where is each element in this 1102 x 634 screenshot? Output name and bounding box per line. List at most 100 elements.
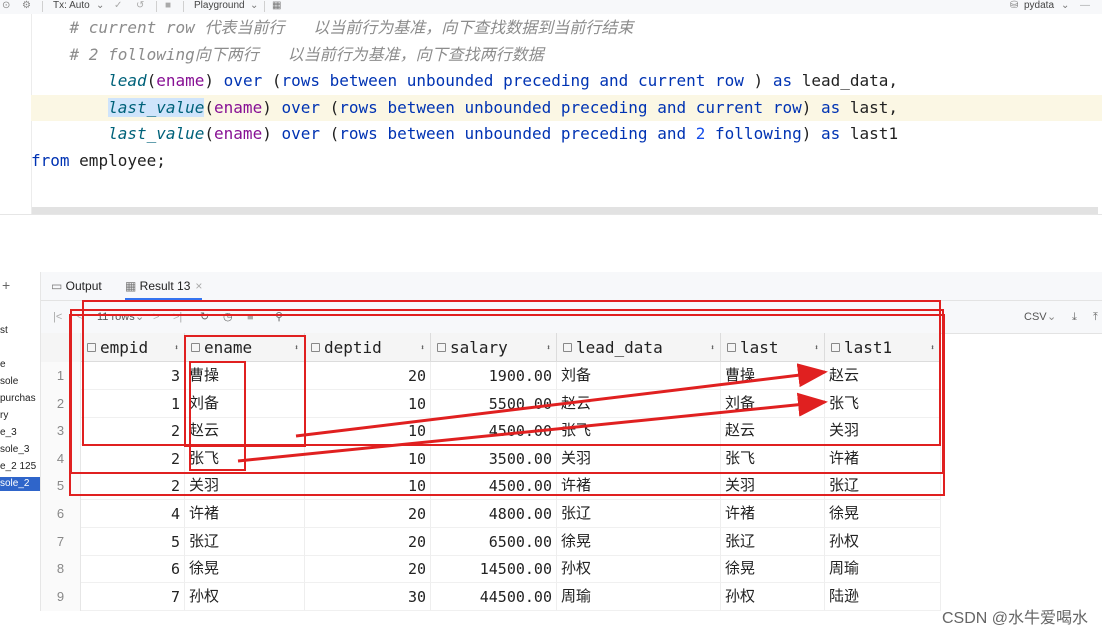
history-icon[interactable]: ⊙: [2, 0, 10, 12]
table-cell-ename[interactable]: 关羽: [185, 472, 305, 501]
stop-icon[interactable]: ■: [165, 0, 171, 12]
table-cell-salary[interactable]: 14500.00: [431, 555, 557, 584]
table-cell-lead_data[interactable]: 周瑜: [557, 582, 721, 611]
tree-item[interactable]: st: [0, 324, 8, 338]
table-cell-last1[interactable]: 赵云: [825, 362, 941, 390]
stop-icon[interactable]: ■: [247, 310, 254, 324]
tree-item[interactable]: sole_3: [0, 443, 29, 457]
editor-horizontal-scrollbar[interactable]: [32, 207, 1098, 214]
table-cell-deptid[interactable]: 10: [305, 472, 431, 501]
tree-item[interactable]: purchas: [0, 392, 36, 406]
row-number[interactable]: 3: [41, 417, 81, 446]
next-page-icon[interactable]: >: [153, 310, 159, 324]
table-cell-ename[interactable]: 张辽: [185, 527, 305, 556]
table-cell-last1[interactable]: 孙权: [825, 527, 941, 556]
table-cell-last1[interactable]: 张辽: [825, 472, 941, 501]
table-cell-last[interactable]: 许褚: [721, 500, 825, 528]
table-cell-salary[interactable]: 4800.00: [431, 500, 557, 528]
table-cell-empid[interactable]: 4: [81, 500, 185, 528]
table-cell-empid[interactable]: 2: [81, 472, 185, 501]
table-cell-lead_data[interactable]: 徐晃: [557, 527, 721, 556]
table-cell-deptid[interactable]: 10: [305, 389, 431, 418]
table-cell-ename[interactable]: 徐晃: [185, 555, 305, 584]
table-cell-deptid[interactable]: 20: [305, 362, 431, 390]
table-cell-salary[interactable]: 4500.00: [431, 417, 557, 446]
sort-icon[interactable]: ⬍: [546, 333, 551, 362]
table-cell-empid[interactable]: 5: [81, 527, 185, 556]
table-cell-last[interactable]: 徐晃: [721, 555, 825, 584]
row-number[interactable]: 8: [41, 555, 81, 584]
table-cell-ename[interactable]: 赵云: [185, 417, 305, 446]
table-cell-lead_data[interactable]: 关羽: [557, 444, 721, 473]
table-cell-ename[interactable]: 许褚: [185, 500, 305, 528]
table-cell-last[interactable]: 张辽: [721, 527, 825, 556]
column-header-ename[interactable]: ename ⬍: [185, 333, 305, 362]
table-cell-last[interactable]: 刘备: [721, 389, 825, 418]
sort-icon[interactable]: ⬍: [710, 333, 715, 362]
rows-count-dropdown[interactable]: 11 rows: [97, 310, 135, 324]
tree-item[interactable]: e_2 125: [0, 460, 36, 474]
commit-icon[interactable]: ✓: [114, 0, 122, 12]
tree-item[interactable]: ry: [0, 409, 8, 423]
table-cell-last1[interactable]: 关羽: [825, 417, 941, 446]
sort-icon[interactable]: ⬍: [420, 333, 425, 362]
datasource-dropdown[interactable]: pydata: [1024, 0, 1054, 12]
table-cell-deptid[interactable]: 10: [305, 444, 431, 473]
close-icon[interactable]: ×: [195, 279, 202, 293]
column-header-last1[interactable]: last1 ⬍: [825, 333, 941, 362]
refresh-icon[interactable]: ↻: [200, 310, 209, 324]
row-number[interactable]: 7: [41, 527, 81, 556]
table-cell-salary[interactable]: 6500.00: [431, 527, 557, 556]
table-cell-last1[interactable]: 张飞: [825, 389, 941, 418]
download-icon[interactable]: ⤓: [1072, 310, 1077, 324]
export-format-dropdown[interactable]: CSV: [1024, 310, 1047, 324]
sort-icon[interactable]: ⬍: [294, 333, 299, 362]
sql-editor[interactable]: # current row 代表当前行 以当前行为基准，向下查找数据到当前行结束…: [0, 14, 1102, 214]
row-number[interactable]: 1: [41, 362, 81, 390]
tx-mode-dropdown[interactable]: Tx: Auto: [53, 0, 90, 12]
table-cell-ename[interactable]: 孙权: [185, 582, 305, 611]
last-page-icon[interactable]: >|: [173, 310, 182, 324]
first-page-icon[interactable]: |<: [53, 310, 62, 324]
table-cell-empid[interactable]: 1: [81, 389, 185, 418]
row-number[interactable]: 6: [41, 500, 81, 528]
table-cell-last[interactable]: 孙权: [721, 582, 825, 611]
table-cell-lead_data[interactable]: 许褚: [557, 472, 721, 501]
table-cell-last1[interactable]: 许褚: [825, 444, 941, 473]
table-cell-last[interactable]: 关羽: [721, 472, 825, 501]
table-cell-ename[interactable]: 张飞: [185, 444, 305, 473]
table-cell-lead_data[interactable]: 孙权: [557, 555, 721, 584]
upload-icon[interactable]: ⤒: [1093, 310, 1098, 324]
table-cell-last[interactable]: 曹操: [721, 362, 825, 390]
tree-item[interactable]: e_3: [0, 426, 17, 440]
sort-icon[interactable]: ⬍: [930, 333, 935, 362]
table-cell-empid[interactable]: 3: [81, 362, 185, 390]
table-cell-salary[interactable]: 5500.00: [431, 389, 557, 418]
playground-dropdown[interactable]: Playground: [194, 0, 245, 12]
pin-icon[interactable]: ⚲: [275, 310, 283, 324]
panel-divider[interactable]: [0, 214, 1102, 273]
hide-icon[interactable]: —: [1080, 0, 1090, 12]
column-header-last[interactable]: last ⬍: [721, 333, 825, 362]
table-cell-ename[interactable]: 曹操: [185, 362, 305, 390]
table-cell-lead_data[interactable]: 张辽: [557, 500, 721, 528]
rollback-icon[interactable]: ↺: [136, 0, 144, 12]
clock-icon[interactable]: ◷: [223, 310, 233, 324]
column-header-salary[interactable]: salary ⬍: [431, 333, 557, 362]
table-cell-deptid[interactable]: 30: [305, 582, 431, 611]
tree-item[interactable]: e: [0, 358, 6, 372]
column-header-empid[interactable]: empid ⬍: [81, 333, 185, 362]
column-header-lead_data[interactable]: lead_data ⬍: [557, 333, 721, 362]
table-cell-lead_data[interactable]: 刘备: [557, 362, 721, 390]
column-header-deptid[interactable]: deptid ⬍: [305, 333, 431, 362]
table-cell-last1[interactable]: 徐晃: [825, 500, 941, 528]
add-icon[interactable]: +: [2, 278, 10, 292]
table-cell-ename[interactable]: 刘备: [185, 389, 305, 418]
row-number[interactable]: 2: [41, 389, 81, 418]
tree-item-selected[interactable]: sole_2: [0, 477, 40, 491]
sort-icon[interactable]: ⬍: [814, 333, 819, 362]
table-cell-deptid[interactable]: 20: [305, 527, 431, 556]
table-cell-last[interactable]: 张飞: [721, 444, 825, 473]
sort-icon[interactable]: ⬍: [174, 333, 179, 362]
tab-result[interactable]: ▦ Result 13 ×: [125, 272, 203, 300]
